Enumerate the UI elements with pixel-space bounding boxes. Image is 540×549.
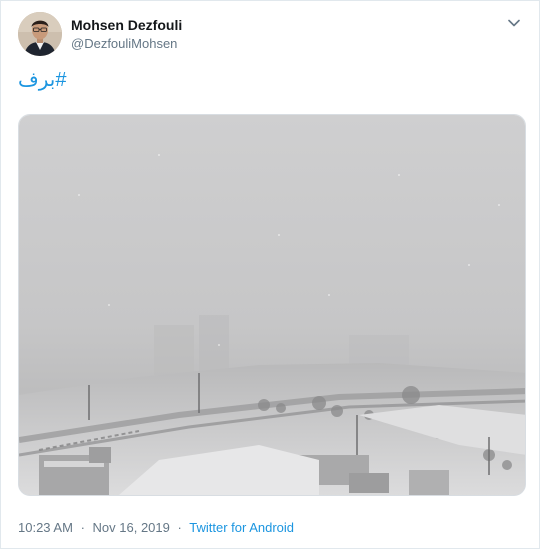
tweet-source-link[interactable]: Twitter for Android [189,520,294,535]
hashtag-link[interactable]: #برف [18,67,66,91]
tweet-header: Mohsen Dezfouli @DezfouliMohsen [18,12,528,56]
tweet-meta: 10:23 AM · Nov 16, 2019 · Twitter for An… [18,520,294,538]
author-name[interactable]: Mohsen Dezfouli [71,17,182,33]
chevron-down-icon[interactable] [504,13,524,33]
meta-separator-2: · [177,520,182,535]
tweet-date[interactable]: Nov 16, 2019 [93,520,170,535]
avatar[interactable] [18,12,62,56]
profile-photo [18,12,62,56]
meta-separator: · [80,520,85,535]
author-handle[interactable]: @DezfouliMohsen [71,36,177,51]
tweet-photo[interactable] [18,114,526,496]
snowy-city-photo [19,115,525,495]
tweet-card: Mohsen Dezfouli @DezfouliMohsen #برف 10:… [0,0,540,549]
tweet-time[interactable]: 10:23 AM [18,520,73,535]
